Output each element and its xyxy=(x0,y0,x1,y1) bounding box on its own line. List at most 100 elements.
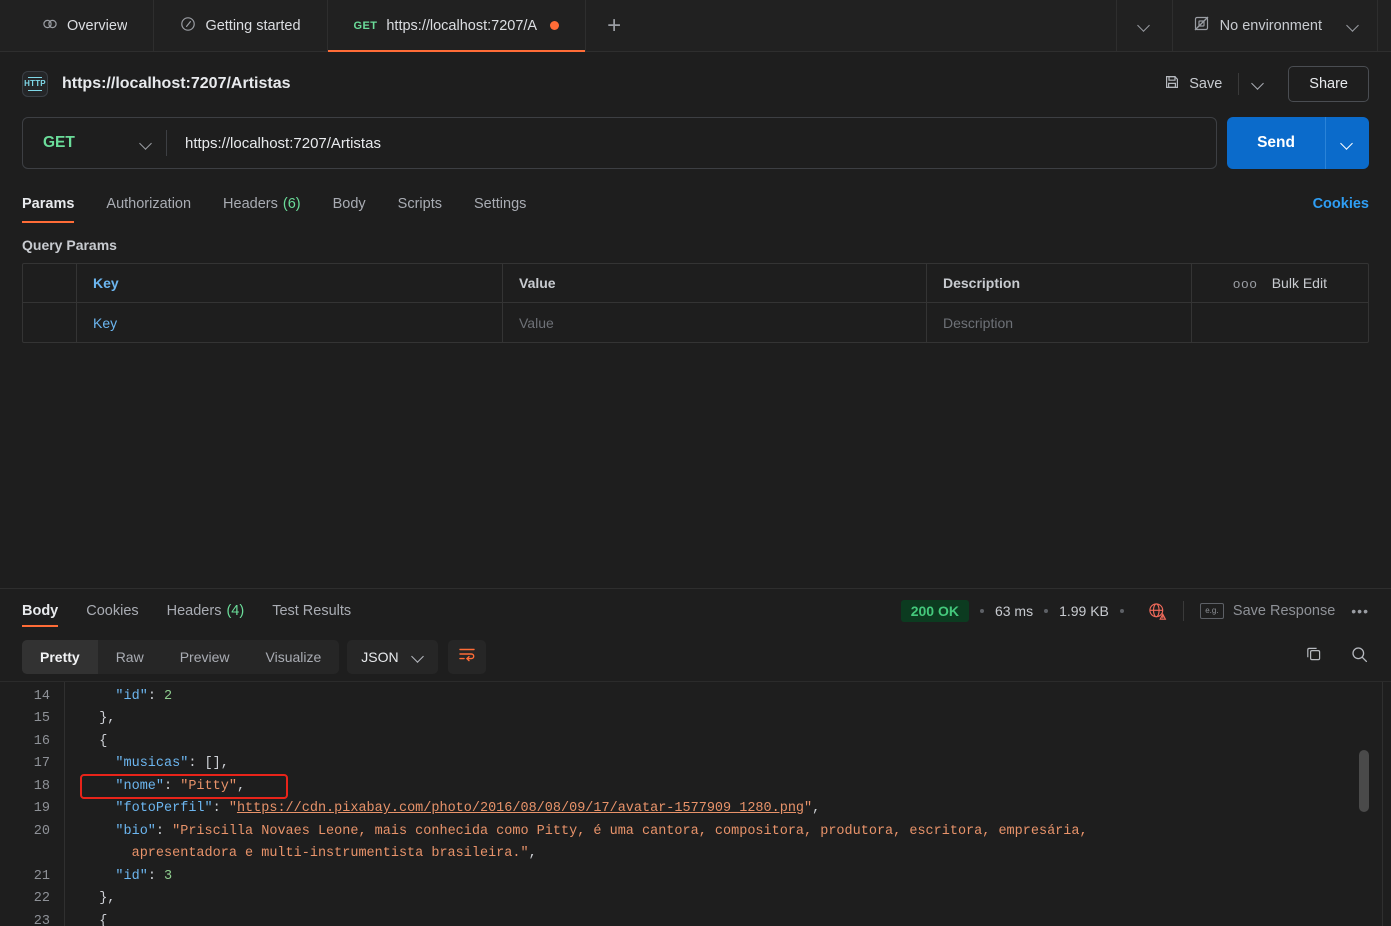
json-token-p: { xyxy=(99,913,108,926)
json-token-p: }, xyxy=(99,891,116,906)
line-number: 14 xyxy=(33,688,50,704)
json-token-lnk[interactable]: https://cdn.pixabay.com/photo/2016/08/08… xyxy=(237,801,804,816)
format-preview[interactable]: Preview xyxy=(162,640,248,674)
tab-request-artistas[interactable]: GET https://localhost:7207/A xyxy=(327,0,587,52)
tab-scripts[interactable]: Scripts xyxy=(398,185,442,223)
method-value: GET xyxy=(43,134,75,151)
tab-authorization[interactable]: Authorization xyxy=(106,185,191,223)
bulk-edit-button[interactable]: Bulk Edit xyxy=(1272,275,1327,291)
code-line: }, xyxy=(83,708,1391,731)
column-header-value: Value xyxy=(503,264,927,302)
vertical-scrollbar[interactable] xyxy=(1359,682,1369,926)
scrollbar-track xyxy=(1382,681,1383,926)
save-button[interactable]: Save xyxy=(1152,68,1234,100)
save-label: Save xyxy=(1189,75,1223,92)
copy-icon[interactable] xyxy=(1305,645,1324,669)
request-title-row: HTTP https://localhost:7207/Artistas Sav… xyxy=(0,52,1391,115)
json-token-s: apresentadora e multi-instrumentista bra… xyxy=(131,846,529,861)
share-button[interactable]: Share xyxy=(1288,65,1369,102)
code-line: "bio": "Priscilla Novaes Leone, mais con… xyxy=(83,821,1391,844)
json-token-p: : xyxy=(212,801,229,816)
language-chevron-down-icon xyxy=(413,651,424,662)
tab-headers-count: (6) xyxy=(282,196,301,212)
param-value-input[interactable]: Value xyxy=(503,303,927,342)
send-button[interactable]: Send xyxy=(1227,117,1325,169)
response-tab-test-results-label: Test Results xyxy=(272,602,352,619)
language-value: JSON xyxy=(361,648,399,665)
response-tab-body-label: Body xyxy=(22,602,59,619)
json-token-n: 2 xyxy=(164,688,173,704)
tab-authorization-label: Authorization xyxy=(106,196,192,212)
send-options-chevron-down-icon[interactable] xyxy=(1325,117,1369,169)
divider xyxy=(1182,600,1184,621)
url-bar: GET https://localhost:7207/Artistas xyxy=(22,117,1218,169)
tab-scripts-label: Scripts xyxy=(397,196,442,212)
bulk-edit-group: ooo Bulk Edit xyxy=(1192,264,1368,302)
wrap-lines-icon xyxy=(458,646,476,667)
json-token-p: : [], xyxy=(188,756,229,771)
tab-body[interactable]: Body xyxy=(333,185,366,223)
json-token-k: "nome" xyxy=(115,778,165,794)
json-token-k: "fotoPerfil" xyxy=(115,801,213,816)
code-line: "musicas": [], xyxy=(83,753,1391,776)
tab-params[interactable]: Params xyxy=(22,185,75,223)
line-number xyxy=(0,843,50,866)
response-tab-headers[interactable]: Headers (4) xyxy=(167,589,245,633)
divider xyxy=(1238,72,1240,95)
separator-dot xyxy=(1044,608,1049,613)
select-all-cell[interactable] xyxy=(23,264,77,302)
code-line: "fotoPerfil": "https://cdn.pixabay.com/p… xyxy=(83,798,1391,821)
tab-headers[interactable]: Headers (6) xyxy=(223,185,301,223)
environment-selector[interactable]: No environment xyxy=(1171,0,1377,51)
tab-overview-label: Overview xyxy=(67,17,128,34)
line-number: 20 xyxy=(33,823,50,839)
format-visualize[interactable]: Visualize xyxy=(248,640,340,674)
wrap-lines-button[interactable] xyxy=(447,639,486,674)
json-token-p: { xyxy=(99,733,108,749)
params-more-icon[interactable]: ooo xyxy=(1233,276,1258,291)
language-select[interactable]: JSON xyxy=(347,639,438,674)
new-tab-button[interactable]: + xyxy=(586,0,642,51)
param-key-input[interactable]: Key xyxy=(77,303,503,342)
separator-dot xyxy=(979,608,984,613)
cookies-link[interactable]: Cookies xyxy=(1313,196,1369,212)
url-input[interactable]: https://localhost:7207/Artistas xyxy=(167,135,1216,152)
response-tab-test-results[interactable]: Test Results xyxy=(272,589,351,633)
globe-warning-icon[interactable] xyxy=(1147,601,1167,621)
response-time: 63 ms xyxy=(994,602,1034,619)
http-protocol-icon: HTTP xyxy=(22,70,48,97)
row-checkbox-cell[interactable] xyxy=(23,303,77,342)
save-options-chevron-down-icon[interactable] xyxy=(1243,72,1274,95)
method-chevron-down-icon xyxy=(141,138,152,149)
line-number: 22 xyxy=(33,891,50,906)
response-more-icon[interactable]: ••• xyxy=(1351,603,1369,619)
tab-list-chevron-down-icon[interactable] xyxy=(1115,0,1172,51)
format-pretty[interactable]: Pretty xyxy=(22,639,98,674)
format-raw[interactable]: Raw xyxy=(98,640,162,674)
code-area[interactable]: "id": 2 }, { "musicas": [], "nome": "Pit… xyxy=(64,681,1391,926)
scrollbar-thumb[interactable] xyxy=(1359,749,1369,812)
code-line: "nome": "Pitty", xyxy=(83,776,1391,799)
tab-getting-started[interactable]: Getting started xyxy=(154,0,328,51)
tab-headers-label: Headers xyxy=(223,196,278,212)
param-description-input[interactable]: Description xyxy=(927,303,1192,342)
code-line: "id": 3 xyxy=(83,866,1391,889)
tab-overview[interactable]: Overview xyxy=(0,0,155,51)
response-tab-cookies-label: Cookies xyxy=(86,602,139,619)
search-icon[interactable] xyxy=(1350,645,1369,669)
response-tab-cookies[interactable]: Cookies xyxy=(86,589,138,633)
tab-settings[interactable]: Settings xyxy=(474,185,526,223)
http-badge-text: HTTP xyxy=(24,79,46,88)
code-line: }, xyxy=(83,888,1391,911)
json-token-s: "Priscilla Novaes Leone, mais conhecida … xyxy=(172,823,1088,839)
send-group: Send xyxy=(1227,117,1369,169)
save-response-button[interactable]: Save Response xyxy=(1233,603,1335,619)
response-tab-headers-count: (4) xyxy=(226,602,245,619)
row-actions xyxy=(1192,303,1368,342)
response-body-viewer[interactable]: 1415161718192021222324 "id": 2 }, { "mus… xyxy=(0,680,1391,926)
method-select[interactable]: GET xyxy=(23,118,166,168)
json-token-p: , xyxy=(528,846,537,861)
response-tab-body[interactable]: Body xyxy=(22,589,59,633)
response-tools xyxy=(1305,645,1369,669)
environment-chevron-down-icon[interactable] xyxy=(1348,20,1359,31)
